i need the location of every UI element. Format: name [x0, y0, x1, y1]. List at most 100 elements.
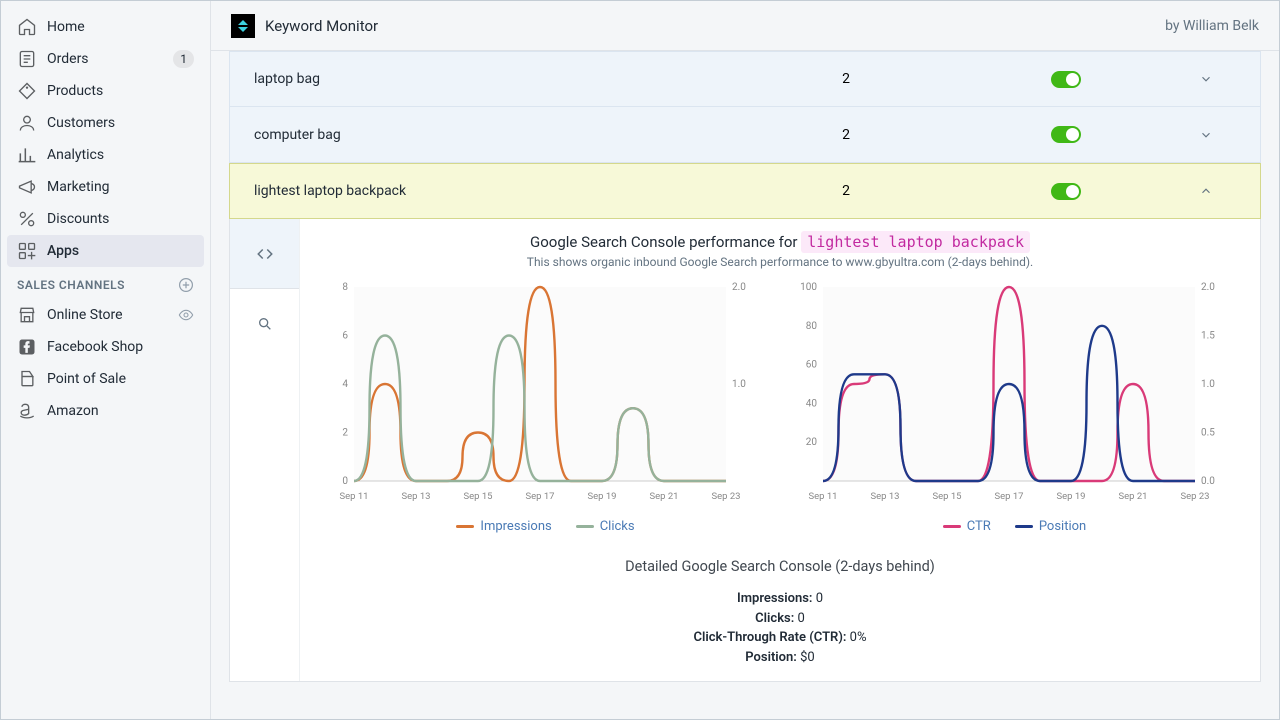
- chart: 204060801000.00.51.01.52.0Sep 11Sep 13Se…: [789, 279, 1229, 509]
- sidebar-item-customers[interactable]: Customers: [1, 107, 210, 139]
- svg-text:Sep 15: Sep 15: [463, 491, 492, 502]
- sidebar-item-orders[interactable]: Orders 1: [1, 43, 210, 75]
- tab-search[interactable]: [230, 289, 299, 359]
- keyword-pill: lightest laptop backpack: [801, 231, 1030, 253]
- add-channel-icon[interactable]: [178, 277, 194, 293]
- svg-text:2.0: 2.0: [732, 282, 746, 293]
- nav-label: Orders: [47, 51, 89, 67]
- nav-label: Home: [47, 19, 85, 35]
- channel-label: Facebook Shop: [47, 339, 143, 355]
- sidebar: Home Orders 1 Products Customers Analytics Mar…: [1, 1, 211, 719]
- svg-text:Sep 17: Sep 17: [994, 491, 1023, 502]
- svg-text:Sep 15: Sep 15: [932, 491, 961, 502]
- orders-icon: [17, 49, 37, 69]
- badge: 1: [173, 50, 194, 68]
- svg-text:20: 20: [806, 437, 818, 448]
- nav-label: Products: [47, 83, 103, 99]
- pos-icon: [17, 369, 37, 389]
- sidebar-item-marketing[interactable]: Marketing: [1, 171, 210, 203]
- svg-text:40: 40: [806, 398, 818, 409]
- detail-panel: Google Search Console performance for li…: [229, 219, 1261, 682]
- keyword-count: 2: [736, 71, 956, 87]
- channels-heading: SALES CHANNELS: [1, 267, 210, 299]
- channel-facebook-shop[interactable]: Facebook Shop: [1, 331, 210, 363]
- keyword-row[interactable]: computer bag 2: [229, 107, 1261, 163]
- svg-text:Sep 11: Sep 11: [339, 491, 368, 502]
- content: laptop bag 2 computer bag 2 lightest lap…: [211, 51, 1279, 719]
- user-icon: [17, 113, 37, 133]
- svg-text:2: 2: [342, 428, 348, 439]
- toggle[interactable]: [1051, 183, 1081, 200]
- stats-block: Impressions: 0 Clicks: 0 Click-Through R…: [320, 589, 1240, 667]
- svg-text:6: 6: [342, 331, 348, 342]
- gsc-subtitle: This shows organic inbound Google Search…: [320, 255, 1240, 269]
- svg-text:Sep 19: Sep 19: [587, 491, 616, 502]
- megaphone-icon: [17, 177, 37, 197]
- chart: 024681.02.0Sep 11Sep 13Sep 15Sep 17Sep 1…: [320, 279, 760, 509]
- svg-text:Sep 19: Sep 19: [1056, 491, 1085, 502]
- channel-label: Online Store: [47, 307, 123, 323]
- svg-text:0.5: 0.5: [1201, 428, 1215, 439]
- detail-section-heading: Detailed Google Search Console (2-days b…: [320, 558, 1240, 575]
- store-icon: [17, 305, 37, 325]
- percent-icon: [17, 209, 37, 229]
- svg-text:Sep 21: Sep 21: [1118, 491, 1147, 502]
- chart-legend: CTR Position: [789, 519, 1240, 534]
- expand-icon[interactable]: [1176, 184, 1236, 198]
- channel-online-store[interactable]: Online Store: [1, 299, 210, 331]
- bar-icon: [17, 145, 37, 165]
- keyword-text: laptop bag: [254, 71, 736, 87]
- svg-text:Sep 23: Sep 23: [1180, 491, 1209, 502]
- expand-icon[interactable]: [1176, 72, 1236, 86]
- svg-text:Sep 13: Sep 13: [401, 491, 430, 502]
- amazon-icon: [17, 401, 37, 421]
- sidebar-item-analytics[interactable]: Analytics: [1, 139, 210, 171]
- legend-item[interactable]: CTR: [943, 519, 991, 534]
- sidebar-item-products[interactable]: Products: [1, 75, 210, 107]
- nav-label: Apps: [47, 243, 79, 259]
- topbar: Keyword Monitor by William Belk: [211, 1, 1279, 51]
- app-logo-icon: [231, 14, 255, 38]
- keyword-count: 2: [736, 127, 956, 143]
- nav-label: Customers: [47, 115, 115, 131]
- channel-point-of-sale[interactable]: Point of Sale: [1, 363, 210, 395]
- expand-icon[interactable]: [1176, 128, 1236, 142]
- svg-text:80: 80: [806, 321, 818, 332]
- svg-text:8: 8: [342, 282, 348, 293]
- gsc-title: Google Search Console performance for li…: [320, 233, 1240, 251]
- svg-text:1.0: 1.0: [732, 379, 746, 390]
- channel-label: Point of Sale: [47, 371, 126, 387]
- sidebar-item-apps[interactable]: Apps: [7, 235, 204, 267]
- tab-code[interactable]: [230, 219, 299, 289]
- byline: by William Belk: [1165, 18, 1259, 34]
- keyword-row[interactable]: lightest laptop backpack 2: [229, 163, 1261, 219]
- nav-label: Marketing: [47, 179, 110, 195]
- nav-label: Discounts: [47, 211, 109, 227]
- toggle[interactable]: [1051, 71, 1081, 88]
- home-icon: [17, 17, 37, 37]
- svg-text:Sep 21: Sep 21: [649, 491, 678, 502]
- sidebar-item-home[interactable]: Home: [1, 11, 210, 43]
- svg-text:100: 100: [800, 282, 817, 293]
- legend-item[interactable]: Position: [1015, 519, 1086, 534]
- svg-text:60: 60: [806, 360, 818, 371]
- legend-item[interactable]: Impressions: [456, 519, 551, 534]
- svg-text:Sep 13: Sep 13: [870, 491, 899, 502]
- eye-icon[interactable]: [178, 307, 194, 323]
- keyword-text: lightest laptop backpack: [254, 183, 736, 199]
- tag-icon: [17, 81, 37, 101]
- facebook-icon: [17, 337, 37, 357]
- keyword-row[interactable]: laptop bag 2: [229, 51, 1261, 107]
- keyword-count: 2: [736, 183, 956, 199]
- svg-text:Sep 11: Sep 11: [808, 491, 837, 502]
- svg-text:Sep 23: Sep 23: [711, 491, 740, 502]
- channel-label: Amazon: [47, 403, 99, 419]
- svg-text:Sep 17: Sep 17: [525, 491, 554, 502]
- legend-item[interactable]: Clicks: [576, 519, 635, 534]
- app-title: Keyword Monitor: [265, 17, 378, 35]
- nav-label: Analytics: [47, 147, 104, 163]
- sidebar-item-discounts[interactable]: Discounts: [1, 203, 210, 235]
- channel-amazon[interactable]: Amazon: [1, 395, 210, 427]
- svg-text:4: 4: [342, 379, 348, 390]
- toggle[interactable]: [1051, 126, 1081, 143]
